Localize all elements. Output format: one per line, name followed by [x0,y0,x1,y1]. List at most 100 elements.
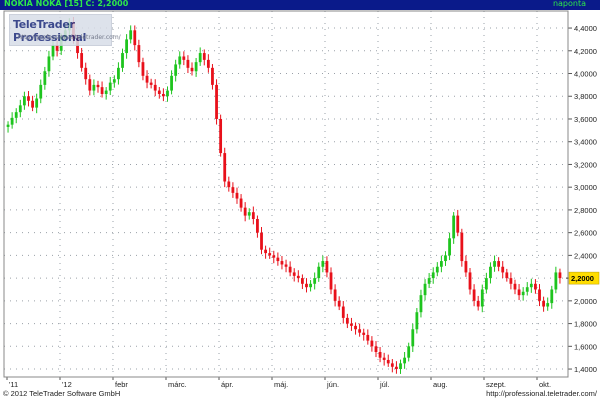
candle-body [484,278,488,290]
candle-body [251,212,255,220]
y-tick-label: 1,4000 [574,365,597,374]
candle-body [550,289,554,304]
candle-body [366,334,370,341]
y-tick-label: 4,0000 [574,70,597,79]
candle-body [423,283,427,296]
candle-body [27,96,30,101]
x-tick-label: '11 [9,380,18,389]
candle-body [125,39,129,54]
candle-body [480,289,484,307]
candlestick-series [6,16,562,374]
candle-body [268,253,272,256]
candle-body [14,112,18,118]
candle-body [43,71,47,85]
candle-body [104,90,108,94]
candle-body [525,287,529,292]
candle-body [247,212,251,216]
candle-body [370,340,374,347]
candle-body [403,357,407,364]
x-tick-label: okt. [539,380,551,389]
candle-body [313,278,317,284]
x-tick-label: '12 [62,380,72,389]
candle-body [92,84,96,91]
x-tick-label: aug. [433,380,448,389]
candle-body [157,90,161,94]
candle-body [284,264,288,267]
y-tick-label: 2,0000 [574,297,597,306]
candle-body [505,272,509,279]
candle-body [194,62,198,72]
y-tick-label: 2,8000 [574,206,597,215]
candle-body [178,56,182,65]
candle-body [161,93,165,97]
candle-body [149,82,153,85]
candle-body [345,317,349,324]
candle-body [35,98,39,108]
candle-body [264,249,268,254]
candle-body [317,266,321,279]
x-tick-label: febr [115,380,128,389]
candle-body [170,75,173,91]
candle-body [509,278,513,284]
y-tick-label: 3,6000 [574,115,597,124]
teletrader-logo: TeleTrader Professional http://professio… [9,14,121,46]
candle-body [497,261,501,267]
candle-body [108,82,112,91]
y-axis-labels: 4,4000 4,2000 4,0000 3,8000 3,6000 3,4000 3,20… [574,24,597,374]
candle-body [337,300,341,307]
price-chart: 4,4000 4,2000 4,0000 3,8000 3,6000 3,4000 3,20… [3,10,600,389]
candle-body [141,62,145,76]
candle-body [493,261,496,267]
candle-body [227,181,231,188]
candle-body [362,332,366,335]
candle-body [538,289,541,301]
last-price-label: 2,2000 [571,274,594,283]
candle-body [198,53,202,63]
candle-body [117,67,120,80]
x-tick-label: júl. [379,380,390,389]
candle-body [354,325,357,330]
candle-body [47,56,51,72]
candle-body [223,153,227,182]
candle-body [80,53,84,68]
candle-body [305,283,308,288]
candle-body [100,87,104,94]
y-tick-label: 4,4000 [574,24,597,33]
candle-body [419,295,423,313]
candle-body [51,45,55,57]
candle-body [415,312,419,330]
candle-body [439,261,443,267]
candle-body [206,59,210,68]
candle-body [476,300,480,307]
candle-body [256,219,259,233]
candle-body [219,118,223,154]
y-tick-label: 3,0000 [574,183,597,192]
candle-body [427,278,431,284]
x-tick-label: máj. [274,380,288,389]
candle-body [18,105,22,113]
y-tick-label: 1,6000 [574,342,597,351]
candle-body [513,283,517,290]
candle-body [243,207,247,216]
candle-body [341,306,345,318]
x-tick-label: ápr. [221,380,234,389]
candle-body [460,232,464,262]
y-tick-label: 3,8000 [574,92,597,101]
candle-body [542,300,546,307]
last-price-indicator: 2,2000 [566,271,600,285]
y-tick-label: 4,2000 [574,47,597,56]
candle-body [202,53,206,60]
candle-body [276,257,280,262]
candle-body [411,329,415,347]
candle-body [517,289,521,296]
candle-body [22,96,26,106]
candle-body [174,64,178,76]
y-tick-label: 2,6000 [574,229,597,238]
candle-body [521,291,525,296]
plot-frame [3,10,569,378]
footer-site-link[interactable]: http://professional.teletrader.com/ [486,389,597,398]
candle-body [558,272,562,279]
candle-body [395,366,398,370]
candle-body [231,187,235,193]
candle-body [280,261,284,265]
